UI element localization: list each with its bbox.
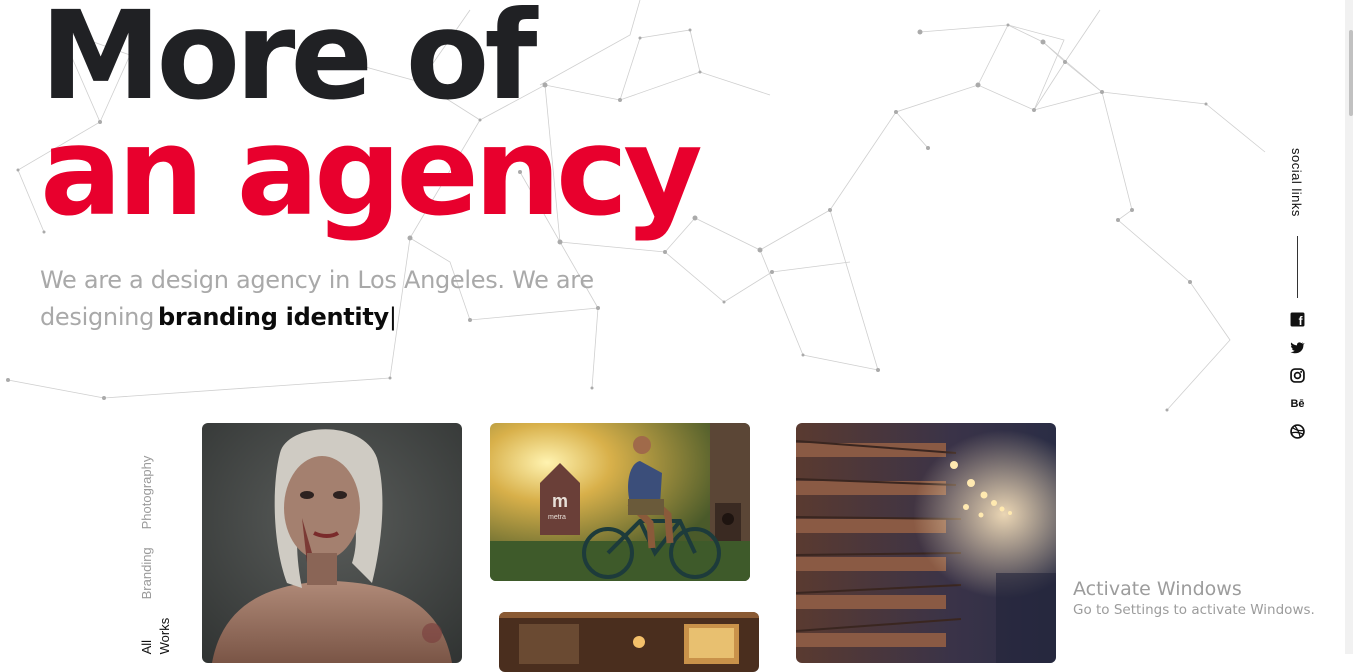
- portrait-image: [202, 423, 462, 663]
- social-divider: [1297, 236, 1298, 298]
- portfolio-card-library[interactable]: [796, 423, 1056, 663]
- hero-title-line2: an agency: [40, 101, 703, 243]
- svg-text:f: f: [1299, 315, 1303, 327]
- library-image: [796, 423, 1056, 663]
- activate-windows-title: Activate Windows: [1073, 578, 1242, 600]
- hero-title: More of an agency: [40, 0, 703, 243]
- filter-branding[interactable]: Branding: [138, 548, 158, 600]
- metra-sign-letter: m: [552, 491, 568, 511]
- dribbble-icon[interactable]: [1290, 424, 1305, 439]
- instagram-icon[interactable]: [1290, 368, 1305, 383]
- cyclist-image: m metra: [490, 423, 750, 581]
- portfolio-card-portrait[interactable]: [202, 423, 462, 663]
- behance-icon[interactable]: Bē: [1290, 396, 1305, 411]
- portfolio-card-cyclist[interactable]: m metra: [490, 423, 750, 581]
- facebook-icon[interactable]: f: [1290, 312, 1305, 327]
- hero-tagline: We are a design agency in Los Angeles. W…: [40, 262, 620, 336]
- social-icons: f Bē: [1290, 312, 1308, 452]
- typed-word: branding identity: [158, 303, 389, 331]
- hero-title-line1: More of: [40, 0, 537, 127]
- social-links-label: social links: [1289, 148, 1304, 217]
- filter-all-works[interactable]: All Works: [138, 618, 172, 655]
- twitter-icon[interactable]: [1290, 340, 1305, 355]
- portfolio-filters: All Works Branding Photography: [138, 456, 172, 655]
- portfolio-card-interior[interactable]: [499, 612, 759, 672]
- activate-windows-subtitle: Go to Settings to activate Windows.: [1073, 602, 1315, 618]
- windows-activation-watermark: Activate Windows Go to Settings to activ…: [1073, 578, 1315, 620]
- typing-cursor: |: [388, 303, 397, 331]
- scrollbar-thumb[interactable]: [1349, 30, 1353, 116]
- metra-sign-word: metra: [548, 514, 566, 521]
- filter-photography[interactable]: Photography: [138, 456, 158, 530]
- behance-text: Bē: [1290, 397, 1305, 410]
- interior-image: [499, 612, 759, 672]
